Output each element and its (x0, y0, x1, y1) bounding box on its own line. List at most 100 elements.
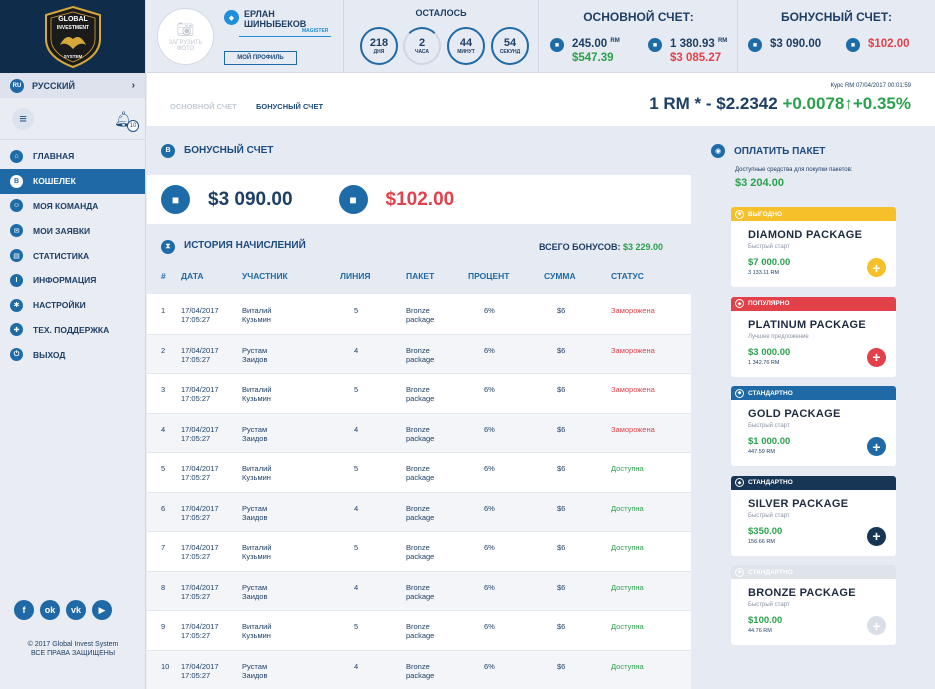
my-profile-button[interactable]: МОЙ ПРОФИЛЬ (224, 51, 297, 65)
col-header-sum[interactable]: СУММА (544, 271, 576, 281)
cell-status: Доступна (611, 622, 644, 631)
vk-icon[interactable]: vk (66, 600, 86, 620)
copyright: © 2017 Global Invest System ВСЕ ПРАВА ЗА… (0, 640, 146, 658)
package-card[interactable]: ◆ Стандартно SILVER PACKAGE Быстрый старт $3… (731, 475, 896, 556)
table-row[interactable]: 2 17/04/2017 17:05:27 Рустам Заидов 4 Bronze pa… (147, 334, 691, 374)
col-header-date[interactable]: ДАТА (181, 271, 204, 281)
tab-bonus-account[interactable]: БОНУСНЫЙ СЧЕТ (256, 102, 323, 111)
countdown-minutes: 44 минут (447, 27, 485, 65)
sidebar-item-label: Выход (33, 349, 66, 360)
table-row[interactable]: 10 17/04/2017 17:05:27 Рустам Заидов 4 Bronze p… (147, 650, 691, 689)
table-row[interactable]: 9 17/04/2017 17:05:27 Виталий Кузьмин 5 Bronze… (147, 611, 691, 651)
cell-line: 4 (354, 582, 359, 592)
cell-date1: 17/04/2017 (181, 306, 219, 315)
cell-n: 6 (161, 503, 166, 513)
cell-pk2: package (406, 473, 435, 482)
cell-pk2: package (406, 354, 435, 364)
package-card[interactable]: ◆ Выгодно DIAMOND PACKAGE Быстрый старт $7 0… (731, 207, 896, 287)
facebook-icon[interactable]: f (14, 600, 34, 620)
table-row[interactable]: 6 17/04/2017 17:05:27 Рустам Заидов 4 Bronze pa… (147, 492, 691, 532)
add-package-button[interactable]: + (867, 437, 886, 456)
cell-p1: Рустам (242, 503, 268, 513)
cell-n: 10 (161, 661, 170, 671)
sidebar-item-6[interactable]: ✱ Настройки (0, 293, 145, 318)
package-tag: ◆ Стандартно (731, 386, 896, 400)
col-header-package[interactable]: ПАКЕТ (406, 271, 434, 281)
col-header-participant[interactable]: УЧАСТНИК (242, 271, 288, 281)
table-row[interactable]: 4 17/04/2017 17:05:27 Рустам Заидов 4 Bronze pa… (147, 413, 691, 453)
table-row[interactable]: 1 17/04/2017 17:05:27 Виталий Кузьмин 5 Bronze… (147, 295, 691, 335)
upload-photo-label-2: ФОТО (176, 46, 195, 52)
odnoklassniki-icon[interactable]: ok (40, 600, 60, 620)
cell-p2: Кузьмин (242, 473, 271, 482)
sidebar-item-3[interactable]: ✉ Мои заявки (0, 218, 145, 243)
add-package-button[interactable]: + (867, 616, 886, 635)
main-usd-amount-1: $547.39 (572, 52, 614, 64)
cell-date1: 17/04/2017 (181, 661, 219, 671)
package-card[interactable]: ◆ Стандартно BRONZE PACKAGE Быстрый старт $1… (731, 565, 896, 645)
sidebar-item-1[interactable]: B Кошелек (0, 168, 145, 194)
sidebar-item-7[interactable]: ✚ Тех. поддержка (0, 318, 145, 343)
cell-p2: Заидов (242, 512, 268, 522)
cell-pk2: package (406, 433, 435, 443)
package-name: SILVER PACKAGE (748, 497, 849, 510)
add-package-button[interactable]: + (867, 347, 886, 367)
user-last-name: ШИНЫБЕКОВ (244, 19, 307, 29)
bonus-balance-row: ■ $3 090.00 ■ $102.00 (147, 175, 691, 224)
cell-sum: $6 (557, 464, 566, 473)
cell-pk1: Bronze (406, 582, 430, 592)
col-header-status[interactable]: СТАТУС (611, 271, 644, 281)
upload-photo-button[interactable]: 📷︎ ЗАГРУЗИТЬ ФОТО (157, 8, 214, 65)
youtube-icon[interactable]: ▶ (92, 600, 112, 620)
logo[interactable]: GLOBAL INVESTMENT SYSTEM (0, 0, 145, 73)
main-rm-value-1: 245.00 (572, 38, 608, 50)
total-bonuses-label: ВСЕГО БОНУСОВ: (538, 242, 621, 252)
add-package-button[interactable]: + (867, 258, 886, 277)
package-price: $7 000.00 (748, 257, 791, 268)
cell-line: 5 (354, 543, 359, 552)
col-header-number[interactable]: # (161, 271, 166, 281)
sidebar-item-2[interactable]: ☺ Моя команда (0, 194, 145, 219)
sidebar-item-label: Главная (33, 151, 75, 162)
col-header-percent[interactable]: ПРОЦЕНТ (468, 271, 510, 281)
cell-sum: $6 (557, 503, 566, 513)
tab-main-account[interactable]: ОСНОВНОЙ СЧЕТ (170, 102, 237, 111)
cell-line: 4 (354, 503, 359, 513)
table-row[interactable]: 7 17/04/2017 17:05:27 Виталий Кузьмин 5 Bronze… (147, 532, 691, 572)
col-header-line[interactable]: ЛИНИЯ (340, 271, 370, 281)
cell-pct: 6% (484, 543, 495, 552)
sidebar-item-8[interactable]: ⏻ Выход (0, 342, 145, 367)
bonus-account-summary: БОНУСНЫЙ СЧЕТ: ■ $3 090.00 ■ $102.00 (738, 0, 935, 73)
package-card[interactable]: ◆ Популярно PLATINUM PACKAGE Лучшее предлож… (731, 296, 896, 377)
cell-status: Заморожена (611, 424, 655, 434)
sidebar-item-0[interactable]: ⌂ Главная (0, 144, 145, 169)
sidebar-item-5[interactable]: i Информация (0, 268, 145, 293)
table-row[interactable]: 3 17/04/2017 17:05:27 Виталий Кузьмин 5 Bronze… (147, 374, 691, 414)
package-tag: ◆ Выгодно (731, 207, 896, 221)
table-row[interactable]: 5 17/04/2017 17:05:27 Виталий Кузьмин 5 Bronze… (147, 453, 691, 493)
cell-date2: 17:05:27 (181, 670, 211, 680)
cell-p2: Заидов (242, 433, 268, 443)
cell-n: 7 (161, 543, 166, 552)
cell-p1: Рустам (242, 582, 268, 592)
sidebar-item-label: Мои заявки (33, 225, 91, 236)
add-package-button[interactable]: + (867, 526, 886, 546)
cell-pk2: package (406, 552, 435, 561)
bonus-amount-frozen: $102.00 (868, 38, 910, 50)
language-selector[interactable]: RU Русский › (0, 73, 145, 98)
history-heading: ИСТОРИЯ НАЧИСЛЕНИЙ (184, 240, 306, 251)
days-value: 218 (369, 36, 389, 49)
countdown-timer: ОСТАЛОСЬ 218 дня 2 часа 44 минут 54 секунд (343, 0, 539, 73)
sidebar-item-4[interactable]: ▤ Статистика (0, 243, 145, 268)
exchange-rate-value: 1 RM * - $2.2342 (649, 94, 778, 113)
notifications-button[interactable]: 🔔︎ 10 (114, 110, 139, 132)
cell-p1: Рустам (242, 661, 268, 671)
stats-icon: ▤ (10, 249, 23, 263)
package-name: PLATINUM PACKAGE (748, 318, 867, 331)
package-card[interactable]: ◆ Стандартно GOLD PACKAGE Быстрый старт $1 0… (731, 386, 896, 466)
hamburger-menu-icon[interactable]: ≡ (12, 107, 34, 130)
chevron-right-icon: › (131, 80, 135, 91)
table-row[interactable]: 8 17/04/2017 17:05:27 Рустам Заидов 4 Bronze pa… (147, 571, 691, 611)
cell-status: Доступна (611, 661, 644, 671)
cell-p1: Виталий (242, 306, 272, 315)
